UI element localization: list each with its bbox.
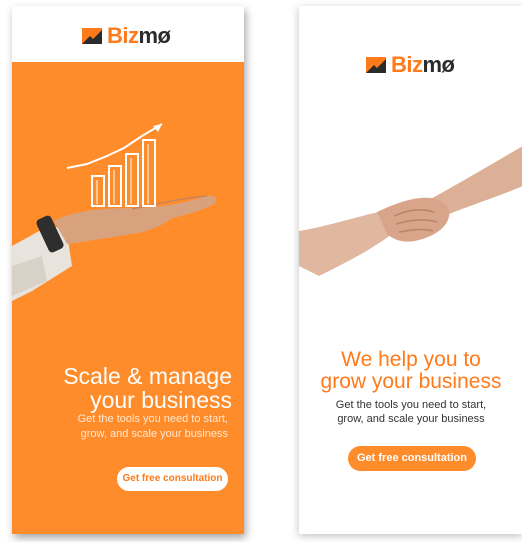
- subtext: Get the tools you need to start, grow, a…: [299, 398, 522, 426]
- get-free-consultation-button[interactable]: Get free consultation: [117, 467, 228, 491]
- subtext-line-2: grow, and scale your business: [337, 413, 485, 425]
- headline-line-2: your business: [90, 387, 232, 413]
- banner-scale-manage: Bizmø Scale & manage your business Get t…: [12, 6, 244, 534]
- headline-line-2: grow your business: [320, 370, 502, 393]
- bizmo-logo: Bizmø: [82, 25, 171, 47]
- bizmo-logo: Bizmø: [366, 54, 455, 76]
- headline-line-1: We help you to: [341, 348, 481, 371]
- logo-text-suffix: mø: [138, 23, 172, 48]
- logo-text-prefix: Biz: [391, 52, 423, 77]
- subtext: Get the tools you need to start, grow, a…: [32, 412, 228, 442]
- subtext-line-1: Get the tools you need to start,: [335, 399, 487, 411]
- logo-text-prefix: Biz: [107, 23, 139, 48]
- bizmo-logo-icon: [82, 28, 102, 44]
- banner-grow-business: Bizmø We help you to grow your business …: [299, 6, 522, 534]
- get-free-consultation-button[interactable]: Get free consultation: [348, 446, 476, 471]
- subtext-line-1: Get the tools you need to start,: [77, 413, 228, 425]
- logo-text-suffix: mø: [422, 52, 456, 77]
- headline-line-1: Scale & manage: [63, 363, 232, 389]
- hand-growth-chart-illustration: [12, 123, 217, 301]
- headline: We help you to grow your business: [299, 349, 522, 393]
- headline: Scale & manage your business: [32, 364, 232, 412]
- subtext-line-2: grow, and scale your business: [80, 428, 228, 440]
- handshake-illustration: [299, 146, 522, 276]
- bizmo-logo-icon: [366, 57, 386, 73]
